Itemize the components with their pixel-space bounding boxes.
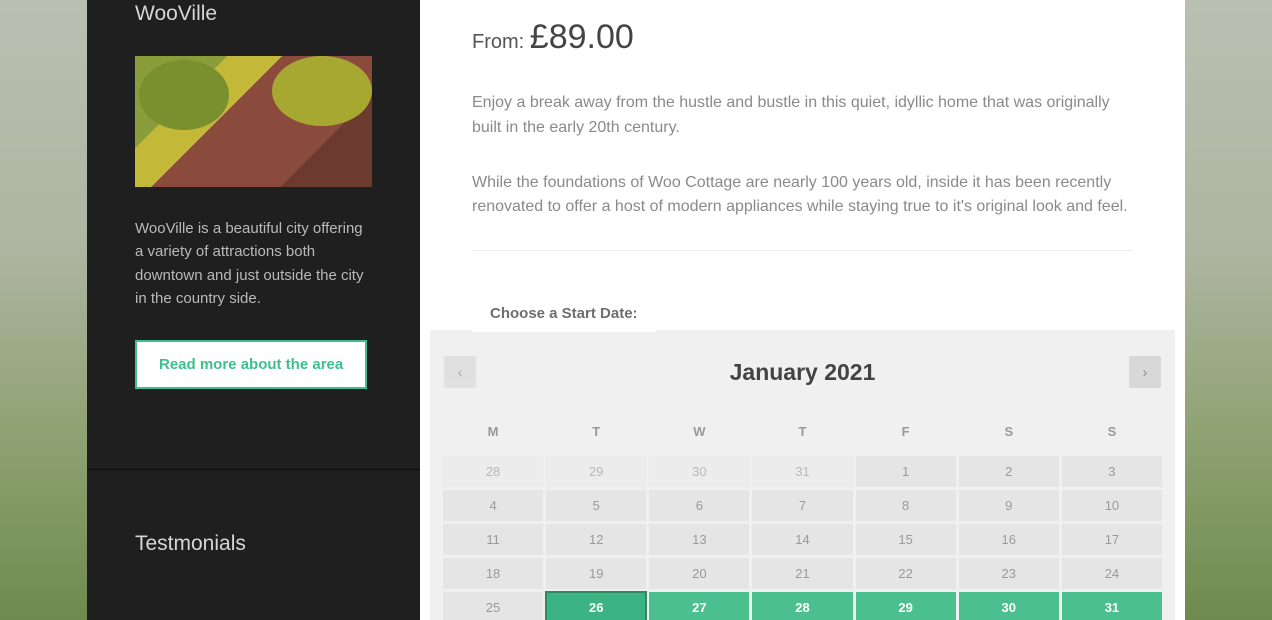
calendar-day: 14 (751, 523, 853, 556)
calendar-grid: MTWTFSS282930311234567891011121314151617… (442, 410, 1163, 620)
from-label: From: (472, 31, 530, 53)
calendar-day: 3 (1061, 455, 1163, 488)
description-para-2: While the foundations of Woo Cottage are… (472, 171, 1133, 221)
calendar-prev-button: ‹ (444, 356, 476, 388)
calendar-day[interactable]: 30 (958, 591, 1060, 620)
sidebar-divider (87, 469, 420, 470)
calendar-panel: ‹ January 2021 › MTWTFSS2829303112345678… (430, 330, 1175, 620)
chevron-right-icon: › (1143, 364, 1148, 380)
calendar-day: 6 (648, 489, 750, 522)
calendar-day[interactable]: 27 (648, 591, 750, 620)
read-more-button[interactable]: Read more about the area (135, 340, 367, 389)
calendar-header: ‹ January 2021 › (442, 356, 1163, 388)
calendar-day[interactable]: 29 (855, 591, 957, 620)
calendar-dow: S (1061, 410, 1163, 454)
sidebar-blurb: WooVille is a beautiful city offering a … (135, 217, 372, 310)
description-para-1: Enjoy a break away from the hustle and b… (472, 91, 1133, 141)
calendar-day: 9 (958, 489, 1060, 522)
calendar-next-button[interactable]: › (1129, 356, 1161, 388)
calendar-month-label: January 2021 (730, 359, 876, 386)
calendar-day: 28 (442, 455, 544, 488)
tab-choose-date[interactable]: Choose a Start Date: (472, 293, 656, 332)
calendar-day: 23 (958, 557, 1060, 590)
sidebar: WooVille WooVille is a beautiful city of… (87, 0, 420, 620)
calendar-day: 10 (1061, 489, 1163, 522)
calendar-dow: W (648, 410, 750, 454)
calendar-dow: T (751, 410, 853, 454)
price-line: From: £89.00 (472, 18, 1133, 57)
calendar-day: 20 (648, 557, 750, 590)
calendar-day: 12 (545, 523, 647, 556)
calendar-dow: T (545, 410, 647, 454)
calendar-day: 8 (855, 489, 957, 522)
calendar-day: 24 (1061, 557, 1163, 590)
calendar-day: 16 (958, 523, 1060, 556)
calendar-dow: F (855, 410, 957, 454)
calendar-day: 2 (958, 455, 1060, 488)
calendar-day: 4 (442, 489, 544, 522)
calendar-day: 15 (855, 523, 957, 556)
testimonials-heading: Testmonials (135, 532, 372, 556)
sidebar-image (135, 56, 372, 187)
calendar-day: 5 (545, 489, 647, 522)
calendar-day[interactable]: 31 (1061, 591, 1163, 620)
calendar-day: 17 (1061, 523, 1163, 556)
calendar-day: 7 (751, 489, 853, 522)
price-value: £89.00 (530, 18, 634, 56)
calendar-day: 30 (648, 455, 750, 488)
chevron-left-icon: ‹ (458, 364, 463, 380)
main-content: From: £89.00 Enjoy a break away from the… (420, 0, 1185, 620)
calendar-day: 31 (751, 455, 853, 488)
calendar-day: 18 (442, 557, 544, 590)
calendar-dow: S (958, 410, 1060, 454)
calendar-day: 19 (545, 557, 647, 590)
calendar-day: 13 (648, 523, 750, 556)
calendar-day: 22 (855, 557, 957, 590)
sidebar-title: WooVille (135, 2, 372, 26)
calendar-day[interactable]: 28 (751, 591, 853, 620)
calendar-dow: M (442, 410, 544, 454)
calendar-day: 1 (855, 455, 957, 488)
horizontal-rule (472, 250, 1133, 251)
calendar-day: 21 (751, 557, 853, 590)
calendar-day: 11 (442, 523, 544, 556)
calendar-day: 25 (442, 591, 544, 620)
calendar-day: 29 (545, 455, 647, 488)
calendar-day[interactable]: 26 (545, 591, 647, 620)
